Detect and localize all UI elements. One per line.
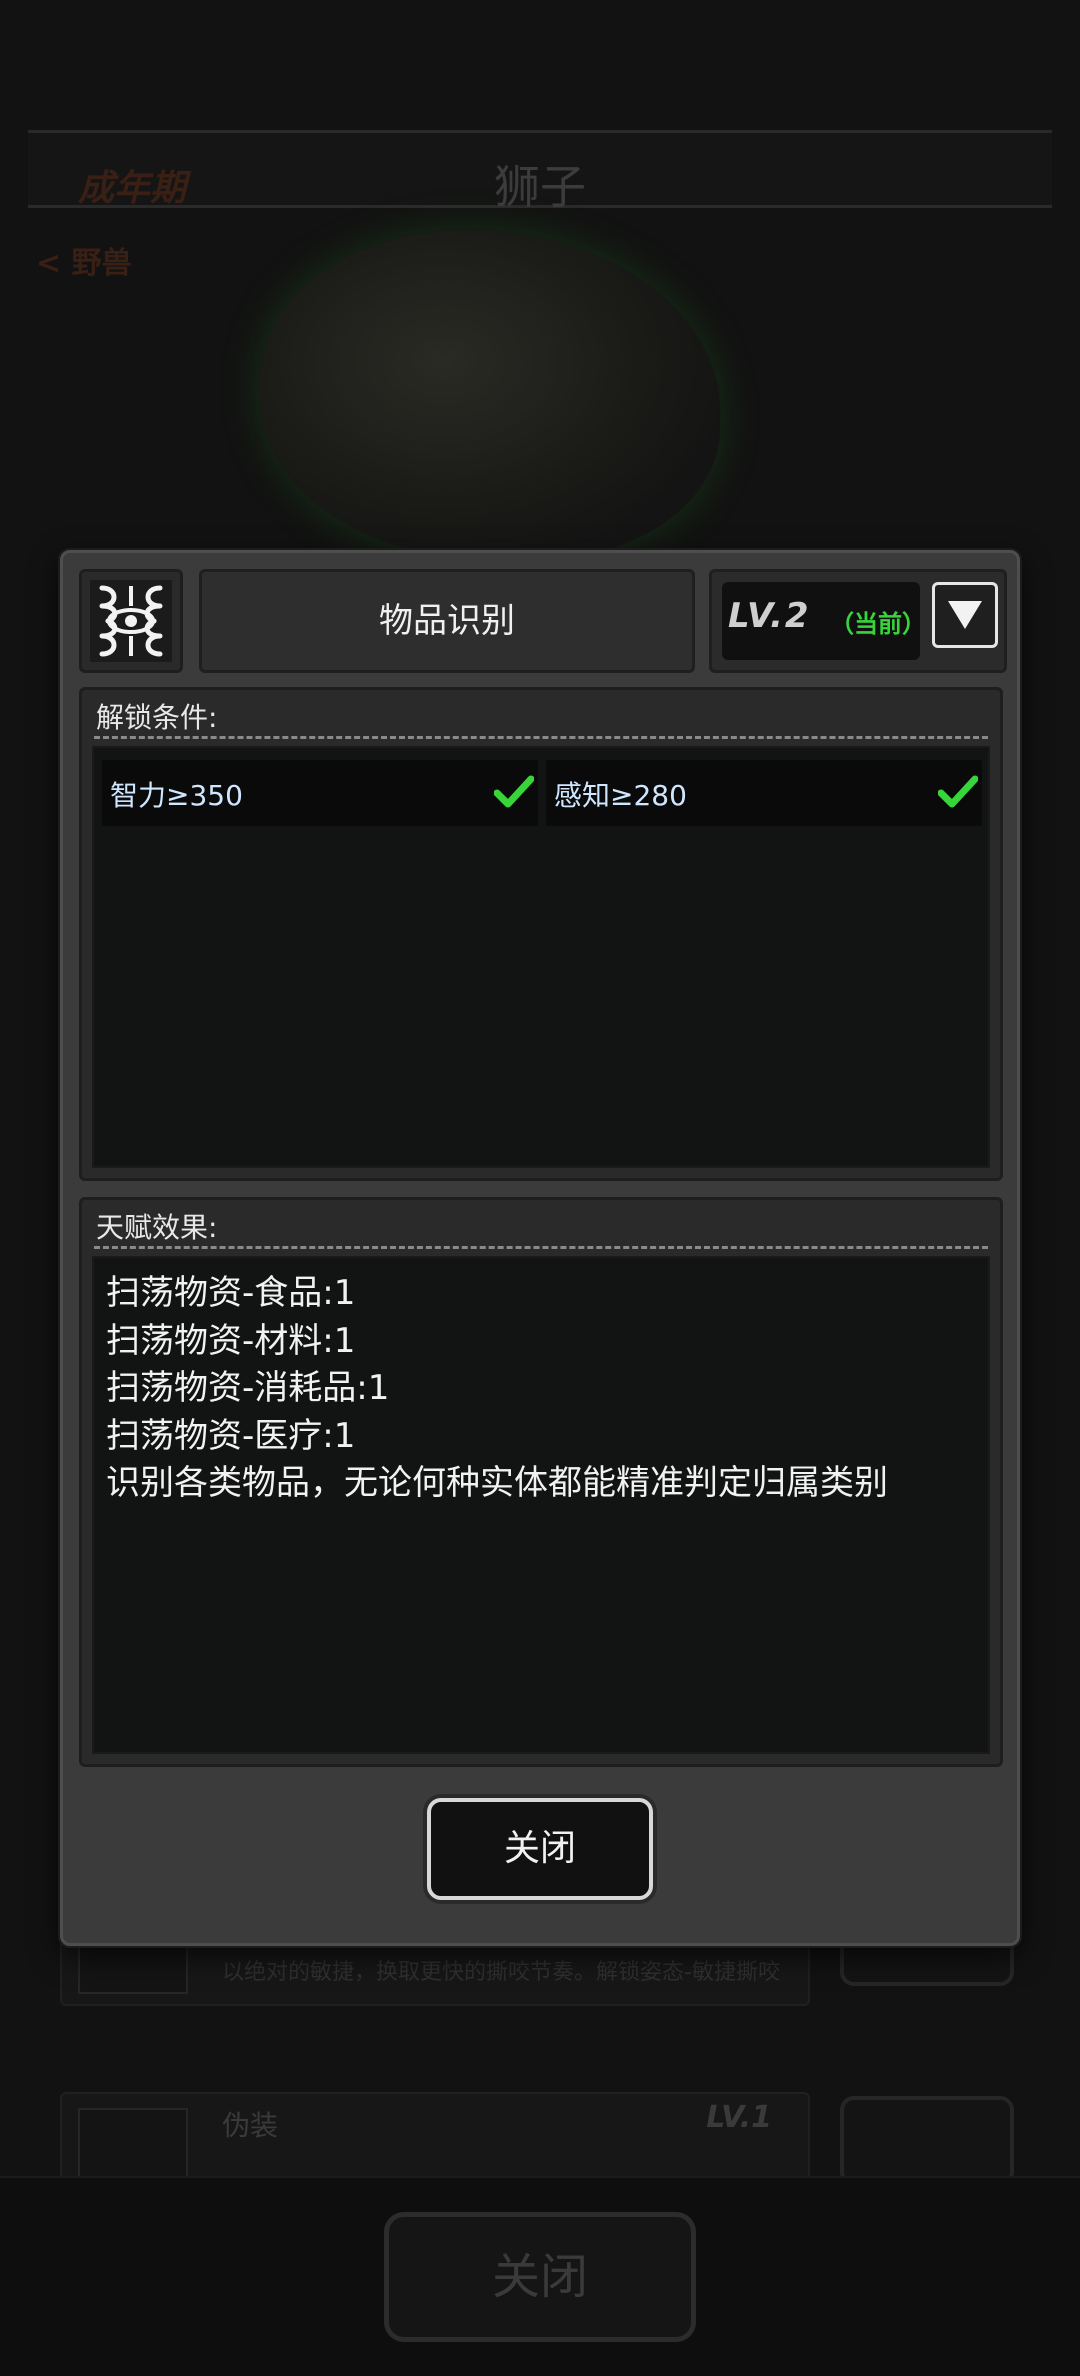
condition-item: 智力≥350 <box>102 760 538 826</box>
talent-effect-panel: 扫荡物资-食品:1 扫荡物资-材料:1 扫荡物资-消耗品:1 扫荡物资-医疗:1… <box>92 1256 990 1754</box>
unlock-conditions-title: 解锁条件: <box>96 701 218 734</box>
background-skill-level: LV.1 <box>706 2100 772 2135</box>
unlock-conditions-panel: 智力≥350 感知≥280 <box>92 746 990 1168</box>
talent-effect-title: 天赋效果: <box>96 1211 218 1244</box>
animal-type: < 野兽 <box>36 246 132 281</box>
effect-list: 扫荡物资-食品:1 扫荡物资-材料:1 扫荡物资-消耗品:1 扫荡物资-医疗:1… <box>106 1270 976 1508</box>
animal-type-label: 野兽 <box>71 246 132 281</box>
skill-detail-modal: 物品识别 LV.2 （当前） 解锁条件: 智力≥350 感知≥280 天赋效果:… <box>60 550 1020 1946</box>
animal-name: 狮子 <box>494 160 586 214</box>
effect-description: 识别各类物品，无论何种实体都能精准判定归属类别 <box>106 1463 888 1503</box>
skill-title: 物品识别 <box>379 601 515 641</box>
lion-image <box>260 230 720 560</box>
effect-line: 扫荡物资-材料:1 <box>106 1320 356 1361</box>
condition-item: 感知≥280 <box>546 760 982 826</box>
level-value: LV.2 <box>728 596 811 636</box>
background-header: 成年期 狮子 <box>28 130 1052 214</box>
checkmark-icon <box>937 774 979 814</box>
effect-line: 扫荡物资-食品:1 <box>106 1273 356 1313</box>
effect-line: 扫荡物资-医疗:1 <box>106 1415 356 1456</box>
condition-text: 感知≥280 <box>554 779 687 812</box>
background-skill-name: 伪装 <box>222 2109 279 2142</box>
effect-line: 扫荡物资-消耗品:1 <box>106 1368 390 1408</box>
condition-text: 智力≥350 <box>110 779 243 812</box>
background-skill-description: 以绝对的敏捷，换取更快的撕咬节奏。解锁姿态-敏捷撕咬 <box>222 1960 780 1985</box>
background-close-button[interactable]: 关闭 <box>384 2212 696 2342</box>
checkmark-icon <box>493 774 535 814</box>
skill-title-box: 物品识别 <box>199 569 695 673</box>
close-button[interactable]: 关闭 <box>427 1798 653 1900</box>
level-current-badge: （当前） <box>830 610 926 638</box>
talent-effect-section: 天赋效果: 扫荡物资-食品:1 扫荡物资-材料:1 扫荡物资-消耗品:1 扫荡物… <box>79 1197 1003 1767</box>
skill-icon-box <box>79 569 183 673</box>
divider <box>94 1246 988 1249</box>
unlock-conditions-section: 解锁条件: 智力≥350 感知≥280 <box>79 687 1003 1181</box>
level-dropdown-button[interactable] <box>932 582 998 648</box>
level-selector: LV.2 （当前） <box>709 569 1007 673</box>
level-display: LV.2 （当前） <box>722 582 926 660</box>
view-details-button[interactable] <box>840 2096 1014 2186</box>
divider <box>94 736 988 739</box>
